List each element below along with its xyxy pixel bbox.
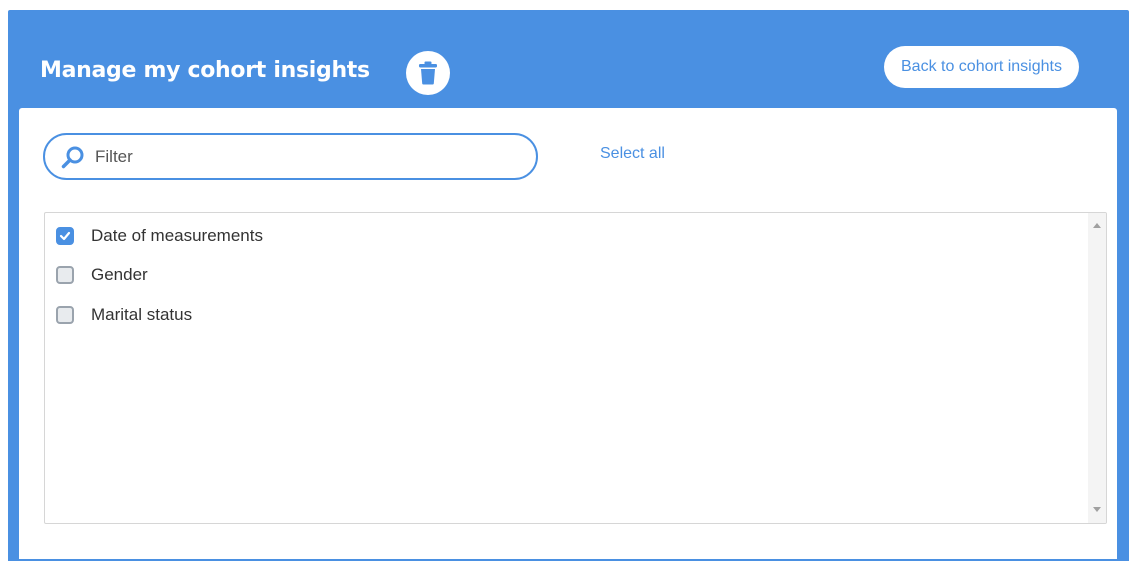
list-scrollbar[interactable] xyxy=(1088,213,1106,523)
item-checkbox[interactable] xyxy=(56,306,74,324)
check-icon xyxy=(59,231,71,241)
insights-list: Date of measurements Gender Marital stat… xyxy=(44,212,1107,524)
list-item[interactable]: Date of measurements xyxy=(56,224,263,248)
scroll-down-arrow[interactable] xyxy=(1093,507,1101,512)
item-label: Marital status xyxy=(91,305,193,324)
delete-button[interactable] xyxy=(406,51,450,95)
header-bar: Manage my cohort insights Back to cohort… xyxy=(8,10,1129,108)
item-label: Date of measurements xyxy=(91,226,263,245)
select-all-link[interactable]: Select all xyxy=(600,145,665,163)
back-to-cohort-insights-button[interactable]: Back to cohort insights xyxy=(884,46,1079,88)
content-panel: Select all Date of measurements Gender M… xyxy=(19,108,1117,559)
filter-input[interactable] xyxy=(95,135,525,178)
scroll-up-arrow[interactable] xyxy=(1093,223,1101,228)
item-label: Gender xyxy=(91,265,148,284)
item-checkbox[interactable] xyxy=(56,266,74,284)
list-item[interactable]: Gender xyxy=(56,263,148,287)
item-checkbox[interactable] xyxy=(56,227,74,245)
trash-icon xyxy=(419,61,437,85)
filter-field[interactable] xyxy=(43,133,538,180)
insights-manager-window: Manage my cohort insights Back to cohort… xyxy=(8,10,1129,561)
list-item[interactable]: Marital status xyxy=(56,303,192,327)
page-title: Manage my cohort insights xyxy=(40,58,370,83)
search-icon xyxy=(61,146,84,169)
